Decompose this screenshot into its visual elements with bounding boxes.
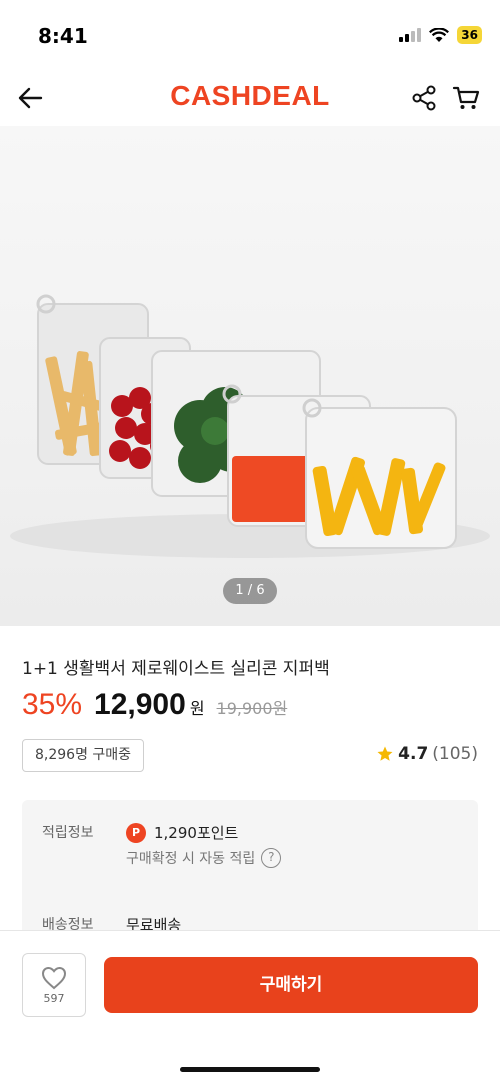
wifi-icon bbox=[429, 27, 450, 42]
points-note: 구매확정 시 자동 적립 ? bbox=[126, 848, 282, 868]
app-header: CASHDEAL bbox=[0, 70, 500, 126]
share-icon bbox=[412, 85, 436, 111]
sale-price: 12,900 bbox=[94, 688, 186, 721]
star-icon bbox=[377, 746, 393, 761]
points-row: P 1,290포인트 bbox=[126, 822, 238, 843]
points-value: 1,290포인트 bbox=[154, 824, 239, 842]
points-label: 적립정보 bbox=[42, 825, 94, 841]
cart-icon bbox=[452, 86, 480, 109]
rating-score: 4.7 bbox=[398, 744, 429, 764]
product-title: 1+1 생활백서 제로웨이스트 실리콘 지퍼백 bbox=[22, 659, 330, 679]
currency-unit: 원 bbox=[189, 699, 205, 718]
product-image[interactable] bbox=[0, 126, 500, 626]
status-time: 8:41 bbox=[38, 24, 88, 48]
review-count: (105) bbox=[432, 744, 478, 764]
buyers-badge: 8,296명 구매중 bbox=[22, 739, 145, 772]
like-button[interactable]: 597 bbox=[22, 953, 86, 1017]
status-icons: 36 bbox=[399, 26, 482, 44]
battery-icon: 36 bbox=[457, 26, 482, 44]
share-button[interactable] bbox=[408, 82, 440, 114]
buy-button[interactable]: 구매하기 bbox=[104, 957, 478, 1013]
image-counter: 1 / 6 bbox=[223, 578, 277, 604]
heart-icon bbox=[41, 966, 67, 989]
benefit-info-box: 적립정보 P 1,290포인트 구매확정 시 자동 적립 ? 배송정보 무료배송 bbox=[22, 800, 478, 940]
points-note-text: 구매확정 시 자동 적립 bbox=[126, 851, 256, 867]
cart-button[interactable] bbox=[450, 82, 482, 114]
price-row: 35% 12,900 원 19,900원 bbox=[22, 688, 287, 722]
silicone-bags-illustration bbox=[10, 294, 490, 558]
help-icon[interactable]: ? bbox=[261, 848, 282, 868]
status-bar: 8:41 36 bbox=[0, 0, 500, 70]
original-price: 19,900원 bbox=[216, 699, 288, 718]
home-indicator bbox=[180, 1067, 320, 1072]
like-count: 597 bbox=[43, 991, 65, 1005]
rating[interactable]: 4.7 (105) bbox=[376, 744, 478, 764]
bottom-action-bar: 597 구매하기 bbox=[0, 930, 500, 1083]
point-badge-icon: P bbox=[126, 822, 146, 843]
signal-icon bbox=[399, 28, 422, 42]
discount-rate: 35% bbox=[22, 688, 83, 721]
